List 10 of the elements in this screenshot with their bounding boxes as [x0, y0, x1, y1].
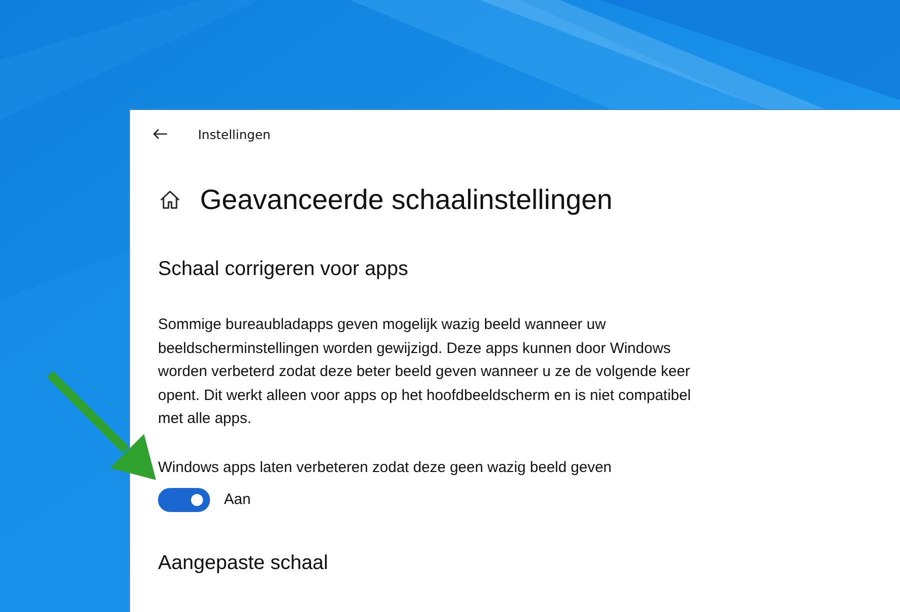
- back-arrow-icon: [152, 128, 168, 140]
- home-icon[interactable]: [158, 188, 182, 212]
- page-title: Geavanceerde schaalinstellingen: [200, 184, 612, 216]
- toggle-label: Windows apps laten verbeteren zodat deze geen wazig beeld geven: [158, 458, 613, 476]
- section-heading: Schaal corrigeren voor apps: [158, 258, 410, 281]
- toggle-switch[interactable]: [158, 488, 210, 512]
- section-heading: Aangepaste schaal: [158, 552, 330, 574]
- description-text: Sommige bureaubladapps geven mogelijk wazig beeld wanneer uw beeldscherminstellingen worden gewijzigd. Deze apps kunnen door Windows worden verbeterd zodat deze beter beeld geven wanneer u ze de volgende keer opent. Dit werkt alleen voor apps op het hoofdbeeldscherm en is niet compatibel met alle apps.: [158, 315, 692, 429]
- toggle-state-text: Aan: [224, 491, 251, 508]
- window-title: Instellingen: [198, 126, 271, 142]
